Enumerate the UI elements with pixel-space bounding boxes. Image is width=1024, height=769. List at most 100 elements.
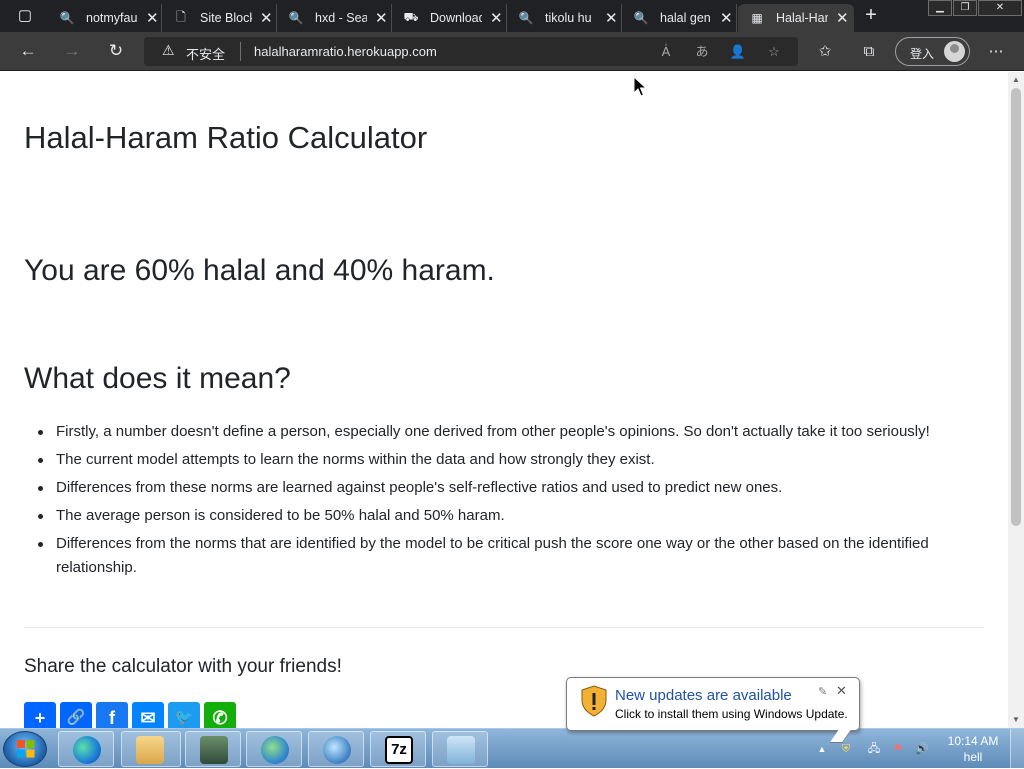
- collections-icon[interactable]: ⧉: [858, 41, 880, 63]
- tab-actions-icon[interactable]: ▢: [8, 6, 42, 26]
- taskbar: 7z ▲ ⛨ 🖧 ⚑ 🔊 10:14 AM hell: [0, 728, 1024, 769]
- meaning-heading: What does it mean?: [24, 362, 291, 395]
- taskbar-monitor[interactable]: [185, 731, 241, 767]
- divider: [24, 627, 984, 628]
- new-tab-button[interactable]: +: [860, 4, 882, 28]
- taskbar-internet[interactable]: [308, 731, 364, 767]
- tab-halal-gen[interactable]: 🔍 halal gen ✕: [622, 4, 737, 32]
- folder-icon: [136, 736, 164, 764]
- read-aloud-icon[interactable]: A͗: [656, 43, 676, 61]
- globe-icon: [323, 736, 351, 764]
- show-hidden-icons-icon[interactable]: ▲: [814, 741, 830, 757]
- share-twitter-button[interactable]: 🐦: [168, 702, 200, 728]
- notification-title: New updates are available: [615, 687, 792, 704]
- list-item: The current model attempts to learn the …: [24, 448, 944, 472]
- close-icon[interactable]: ✕: [836, 9, 849, 27]
- tab-notmyfau[interactable]: 🔍 notmyfau ✕: [48, 4, 162, 32]
- insecure-label[interactable]: 不安全: [186, 44, 225, 63]
- forward-button[interactable]: →: [61, 40, 83, 62]
- pin-icon[interactable]: ✎: [818, 685, 827, 698]
- tab-title: tikolu hu: [545, 11, 592, 25]
- tab-title: Halal-Har: [776, 11, 828, 25]
- tab-download[interactable]: ⛟ Download ✕: [392, 4, 507, 32]
- mouse-cursor-icon: [633, 76, 647, 97]
- action-center-icon[interactable]: ⚑: [890, 741, 906, 757]
- share-facebook-button[interactable]: f: [96, 702, 128, 728]
- close-icon[interactable]: ✕: [260, 9, 273, 27]
- edge-icon: [73, 736, 101, 764]
- guest-icon[interactable]: 👤: [728, 43, 748, 61]
- calculator-icon: ▦: [751, 11, 763, 25]
- list-item: Differences from the norms that are iden…: [24, 532, 944, 580]
- shield-warning-icon: [581, 685, 607, 717]
- close-icon[interactable]: ✕: [146, 9, 159, 27]
- volume-icon[interactable]: 🔊: [914, 741, 930, 757]
- show-desktop-button[interactable]: [1010, 729, 1024, 769]
- url-text[interactable]: halalharamratio.herokuapp.com: [254, 44, 437, 59]
- close-icon[interactable]: ✕: [490, 9, 503, 27]
- scroll-down-icon[interactable]: ▼: [1012, 716, 1020, 724]
- tab-title: Site Block: [200, 11, 252, 25]
- favorites-icon[interactable]: ✩: [814, 41, 836, 63]
- clock-user: hell: [963, 750, 983, 764]
- share-whatsapp-button[interactable]: ✆: [204, 702, 236, 728]
- page-title: Halal-Haram Ratio Calculator: [24, 120, 428, 155]
- vertical-scrollbar[interactable]: ▲ ▼: [1008, 72, 1024, 728]
- tab-title: hxd - Sea: [315, 11, 367, 25]
- share-copy-link-button[interactable]: 🔗: [60, 702, 92, 728]
- page-icon: 🗋: [176, 9, 186, 24]
- address-bar[interactable]: ⚠ 不安全 halalharamratio.herokuapp.com A͗ あ…: [144, 37, 798, 66]
- search-icon: 🔍: [633, 11, 649, 25]
- back-button[interactable]: ←: [17, 40, 39, 62]
- windows-update-icon[interactable]: ⛨: [838, 741, 854, 757]
- scrollbar-thumb[interactable]: [1011, 88, 1021, 526]
- close-icon[interactable]: ✕: [720, 9, 733, 27]
- update-notification[interactable]: New updates are available Click to insta…: [566, 677, 860, 731]
- minimize-button[interactable]: ▁: [928, 0, 952, 16]
- clock-time: 10:14 AM: [947, 734, 999, 748]
- monitor-icon: [200, 736, 228, 764]
- translate-icon[interactable]: あ: [692, 43, 712, 61]
- network-icon: [261, 736, 289, 764]
- close-icon[interactable]: ✕: [605, 9, 618, 27]
- notification-text: Click to install them using Windows Upda…: [615, 707, 848, 721]
- result-heading: You are 60% halal and 40% haram.: [24, 254, 495, 287]
- tab-hxd-search[interactable]: 🔍 hxd - Sea ✕: [277, 4, 392, 32]
- taskbar-edge[interactable]: [58, 731, 114, 767]
- close-icon[interactable]: ✕: [836, 683, 847, 699]
- windows-logo-icon: [17, 740, 35, 758]
- list-item: Differences from these norms are learned…: [24, 476, 944, 500]
- share-messenger-button[interactable]: ✉: [132, 702, 164, 728]
- close-icon[interactable]: ✕: [375, 9, 388, 27]
- explanation-list: Firstly, a number doesn't define a perso…: [24, 420, 944, 584]
- omnibox-divider: [240, 42, 241, 61]
- scroll-up-icon[interactable]: ▲: [1012, 76, 1020, 84]
- tab-site-block[interactable]: 🗋 Site Block ✕: [162, 4, 277, 32]
- tab-bar: ▢ 🔍 notmyfau ✕ 🗋 Site Block ✕ 🔍 hxd - Se…: [0, 0, 1024, 32]
- network-tray-icon[interactable]: 🖧: [866, 741, 882, 757]
- tab-title: notmyfau: [86, 11, 138, 25]
- search-icon: 🔍: [288, 11, 304, 25]
- taskbar-clock[interactable]: 10:14 AM hell: [942, 733, 1004, 765]
- more-menu-icon[interactable]: ⋯: [985, 41, 1007, 63]
- download-site-icon: ⛟: [403, 10, 419, 24]
- refresh-button[interactable]: ↻: [105, 40, 127, 62]
- taskbar-file-explorer[interactable]: [121, 731, 181, 767]
- taskbar-notepad[interactable]: [432, 731, 488, 767]
- taskbar-7zip[interactable]: 7z: [370, 731, 426, 767]
- tab-halal-haram-active[interactable]: ▦ Halal-Har ✕: [738, 4, 854, 32]
- start-button[interactable]: [3, 731, 47, 767]
- share-addtoany-button[interactable]: +: [24, 702, 56, 728]
- notepad-icon: [447, 736, 475, 764]
- add-favorite-icon[interactable]: ☆: [764, 43, 784, 61]
- share-buttons: + 🔗 f ✉ 🐦 ✆: [24, 702, 240, 728]
- sign-in-label: 登入: [910, 47, 935, 61]
- list-item: The average person is considered to be 5…: [24, 504, 944, 528]
- sign-in-button[interactable]: 登入: [895, 37, 970, 66]
- close-window-button[interactable]: ✕: [978, 0, 1022, 16]
- restore-button[interactable]: ❐: [953, 0, 977, 16]
- warning-icon[interactable]: ⚠: [162, 42, 175, 59]
- taskbar-network[interactable]: [246, 731, 302, 767]
- page-viewport: Halal-Haram Ratio Calculator You are 60%…: [0, 72, 1008, 728]
- tab-tikolu[interactable]: 🔍 tikolu hu ✕: [507, 4, 622, 32]
